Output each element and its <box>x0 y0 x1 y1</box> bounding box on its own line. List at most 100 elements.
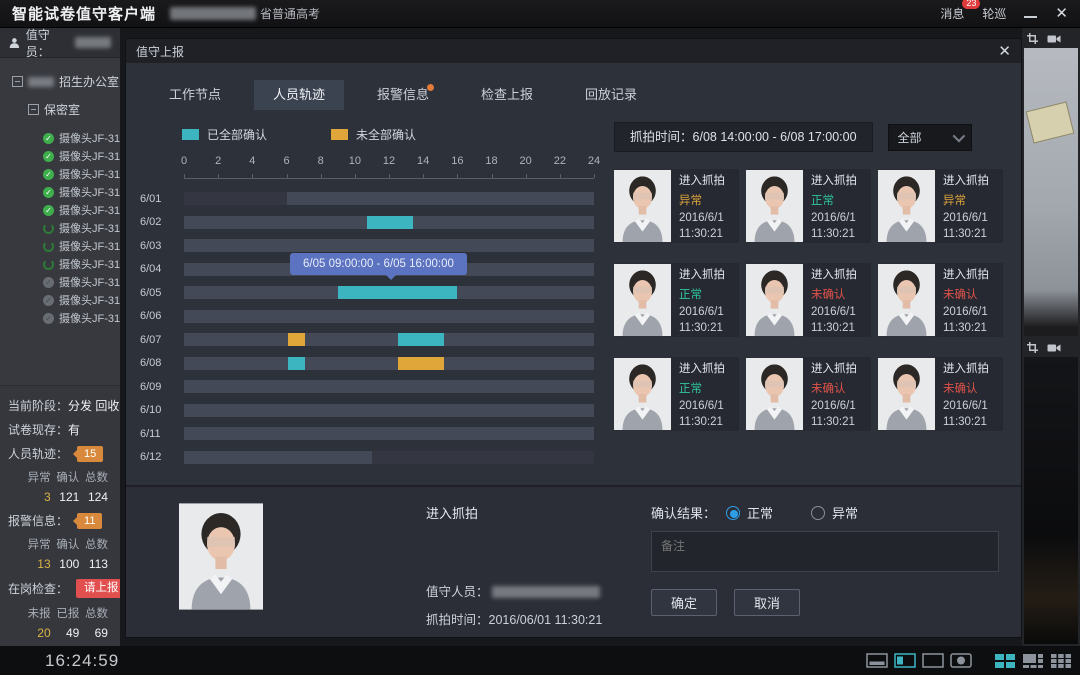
axis-tick-label: 22 <box>554 155 566 167</box>
sidebar: 值守员： 招生办公室 保密室 摄像头JF-310B摄像头JF-310B摄像头JF… <box>0 28 120 646</box>
ok-button[interactable]: 确定 <box>651 589 717 616</box>
minimize-icon[interactable] <box>1024 16 1037 18</box>
capture-card[interactable]: 进入抓拍正常2016/6/111:30:21 <box>614 263 739 337</box>
cancel-button[interactable]: 取消 <box>734 589 800 616</box>
capture-filter-dropdown[interactable]: 全部 <box>888 124 972 151</box>
tab-alarm-info[interactable]: 报警信息 <box>358 80 448 110</box>
tab-playback[interactable]: 回放记录 <box>566 80 656 110</box>
sidebar-item-camera[interactable]: 摄像头JF-310B <box>43 201 120 219</box>
capture-date: 2016/6/1 <box>811 306 857 318</box>
timeline-row-date: 6/01 <box>140 193 184 205</box>
sidebar-item-camera[interactable]: 摄像头JF-310B <box>43 219 120 237</box>
tab-check-report[interactable]: 检查上报 <box>462 80 552 110</box>
timeline-track[interactable] <box>184 216 594 229</box>
layout-single-icon[interactable] <box>922 653 944 669</box>
timeline-track[interactable] <box>184 427 594 440</box>
grid-2x2-icon[interactable] <box>994 653 1016 669</box>
sidebar-item-camera[interactable]: 摄像头JF-310B <box>43 309 120 327</box>
confirm-buttons: 确定 取消 <box>651 589 999 616</box>
video-feed-1[interactable] <box>1024 48 1078 336</box>
capture-card[interactable]: 进入抓拍异常2016/6/111:30:21 <box>614 169 739 243</box>
timeline-track[interactable] <box>184 310 594 323</box>
timeline-bar-confirmed[interactable] <box>398 333 444 346</box>
tree-node-room[interactable]: 保密室 <box>12 101 120 118</box>
timeline-bar-confirmed[interactable] <box>367 216 413 229</box>
dialog-close-icon[interactable]: ✕ <box>998 44 1011 59</box>
timeline-track[interactable] <box>184 239 594 252</box>
phase-value: 分发 回收 <box>68 397 119 414</box>
capture-status: 正常 <box>679 380 725 396</box>
timeline-bar-unconfirmed[interactable] <box>288 333 305 346</box>
capture-status: 未确认 <box>811 286 857 302</box>
sidebar-item-camera[interactable]: 摄像头JF-310B <box>43 129 120 147</box>
sidebar-item-camera[interactable]: 摄像头JF-310B <box>43 291 120 309</box>
capture-date: 2016/6/1 <box>811 400 857 412</box>
timeline-track[interactable] <box>184 380 594 393</box>
timeline-bar-unconfirmed[interactable] <box>398 357 444 370</box>
camera-icon[interactable] <box>1047 34 1061 44</box>
layout-left-panel-icon[interactable] <box>894 653 916 669</box>
radio-normal[interactable]: 正常 <box>726 503 773 522</box>
dialog-content: 已全部确认未全部确认 024681012141618202224 6/016/0… <box>126 110 1021 485</box>
tab-work-nodes[interactable]: 工作节点 <box>150 80 240 110</box>
camera-icon[interactable] <box>1047 343 1061 353</box>
sidebar-item-camera[interactable]: 摄像头JF-310B <box>43 183 120 201</box>
close-icon[interactable]: ✕ <box>1055 6 1068 21</box>
main-area: 值守上报 ✕ 工作节点人员轨迹报警信息检查上报回放记录 已全部确认未全部确认 0… <box>120 28 1022 646</box>
layout-bottom-panel-icon[interactable] <box>866 653 888 669</box>
sidebar-item-camera[interactable]: 摄像头JF-310B <box>43 147 120 165</box>
timeline-bar-confirmed[interactable] <box>288 357 305 370</box>
alarm-section-title: 报警信息： 11 <box>8 512 112 529</box>
capture-card[interactable]: 进入抓拍正常2016/6/111:30:21 <box>614 357 739 431</box>
sidebar-item-camera[interactable]: 摄像头JF-310B <box>43 255 120 273</box>
capture-card[interactable]: 进入抓拍未确认2016/6/111:30:21 <box>746 357 871 431</box>
timeline-track[interactable] <box>184 451 594 464</box>
timeline-row-date: 6/07 <box>140 334 184 346</box>
capture-time: 11:30:21 <box>943 322 989 334</box>
record-view-icon[interactable] <box>950 653 972 669</box>
capture-status: 未确认 <box>811 380 857 396</box>
legend-swatch <box>182 129 199 140</box>
confirm-label: 确认结果： <box>651 503 716 522</box>
capture-card[interactable]: 进入抓拍未确认2016/6/111:30:21 <box>878 357 1003 431</box>
sidebar-item-camera[interactable]: 摄像头JF-310B <box>43 237 120 255</box>
messages-button[interactable]: 消息 23 <box>940 5 964 22</box>
crop-icon[interactable] <box>1027 342 1038 353</box>
timeline-row: 6/06 <box>140 305 602 329</box>
video-feed-2[interactable] <box>1024 357 1078 644</box>
radio-unchecked-icon[interactable] <box>811 506 825 520</box>
capture-status: 未确认 <box>943 380 989 396</box>
crop-icon[interactable] <box>1027 33 1038 44</box>
tab-person-track[interactable]: 人员轨迹 <box>254 80 344 110</box>
timeline-track[interactable] <box>184 333 594 346</box>
capture-card[interactable]: 进入抓拍未确认2016/6/111:30:21 <box>878 263 1003 337</box>
capture-card[interactable]: 进入抓拍正常2016/6/111:30:21 <box>746 169 871 243</box>
capture-date: 2016/6/1 <box>943 400 989 412</box>
timeline-row-date: 6/12 <box>140 451 184 463</box>
axis-tick-label: 8 <box>318 155 324 167</box>
capture-card[interactable]: 进入抓拍异常2016/6/111:30:21 <box>878 169 1003 243</box>
grid-1plus5-icon[interactable] <box>1022 653 1044 669</box>
collapse-icon[interactable] <box>28 104 39 115</box>
axis-tick <box>287 174 288 178</box>
titlebar-actions: 消息 23 轮巡 ✕ <box>940 5 1068 22</box>
report-now-button[interactable]: 请上报 <box>76 579 127 598</box>
grid-3x3-icon[interactable] <box>1050 653 1072 669</box>
collapse-icon[interactable] <box>12 76 23 87</box>
patrol-button[interactable]: 轮巡 <box>982 5 1006 22</box>
timeline-track[interactable] <box>184 357 594 370</box>
radio-checked-icon[interactable] <box>726 506 740 520</box>
axis-tick <box>184 174 185 178</box>
timeline-track[interactable] <box>184 286 594 299</box>
sidebar-item-camera[interactable]: 摄像头JF-310B <box>43 165 120 183</box>
timeline-bar-confirmed[interactable] <box>338 286 458 299</box>
duty-person-row: 值守人员： <box>426 581 651 600</box>
timeline-track[interactable] <box>184 404 594 417</box>
capture-card[interactable]: 进入抓拍未确认2016/6/111:30:21 <box>746 263 871 337</box>
note-input[interactable] <box>651 531 999 572</box>
timeline-track[interactable] <box>184 192 594 205</box>
tree-node-org[interactable]: 招生办公室 <box>12 73 120 90</box>
axis-tick <box>594 174 595 178</box>
radio-abnormal[interactable]: 异常 <box>811 503 858 522</box>
sidebar-item-camera[interactable]: 摄像头JF-310B <box>43 273 120 291</box>
